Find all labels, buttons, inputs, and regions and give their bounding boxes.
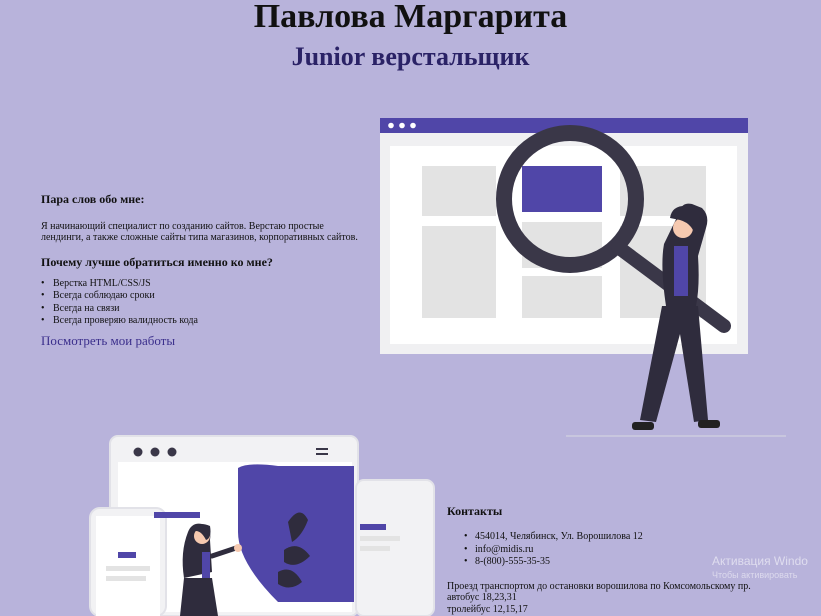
contacts-heading: Контакты [447,504,503,518]
address-item: 454014, Челябинск, Ул. Ворошилова 12 [464,531,807,544]
about-section: Пара слов обо мне: Я начинающий специали… [41,192,361,348]
page-title: Павлова Маргарита [253,0,568,35]
list-item: Верстка HTML/CSS/JS [41,278,361,291]
list-item: Всегда на связи [41,303,361,316]
woman-with-devices-icon [89,435,435,616]
transport-intro: Проезд транспортом до остановки ворошило… [447,580,751,592]
trolley-routes: тролейбус 12,15,17 [447,603,528,615]
about-text: Я начинающий специалист по созданию сайт… [41,221,358,243]
why-heading: Почему лучше обратиться именно ко мне? [41,255,273,269]
page-subtitle: Junior верстальщик [291,42,530,71]
windows-activation-subtext: Чтобы активировать [712,570,798,580]
windows-activation-watermark: Активация Windo [712,554,808,568]
about-heading: Пара слов обо мне: [41,192,145,206]
list-item: Всегда проверяю валидность кода [41,315,361,328]
list-item: Всегда соблюдаю сроки [41,290,361,303]
bus-routes: автобус 18,23,31 [447,592,517,603]
woman-with-magnifier-icon [380,118,786,437]
portfolio-link[interactable]: Посмотреть мои работы [41,333,175,348]
advantages-list: Верстка HTML/CSS/JS Всегда соблюдаю срок… [41,278,361,327]
